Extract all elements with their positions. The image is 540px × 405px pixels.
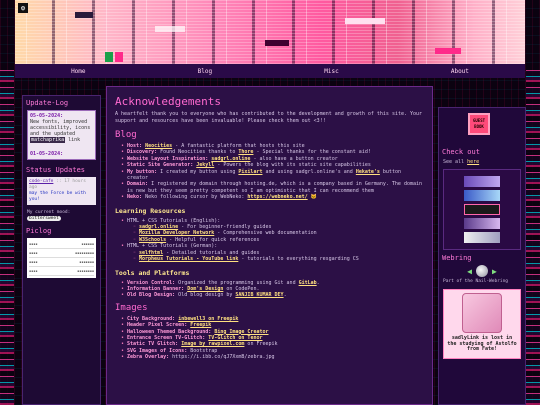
site-button[interactable] <box>464 232 500 243</box>
mood-badge: bittersweet <box>27 216 61 221</box>
nav-misc[interactable]: Misc <box>324 68 338 75</box>
link[interactable]: sadgrl.online <box>211 156 250 162</box>
update-text-tail: link <box>68 137 81 143</box>
images-list: City Background: inbewell3 on Freepik He… <box>115 316 424 361</box>
link[interactable]: Hekate's <box>356 169 380 175</box>
update-log-box[interactable]: 05-05-2024: New fonts, improved accessib… <box>27 110 96 160</box>
site-button[interactable] <box>464 176 500 187</box>
site-button[interactable] <box>464 190 500 201</box>
guestbook-button[interactable]: GUEST BOOK <box>468 113 490 135</box>
glitch-block <box>265 40 289 46</box>
list-item: HTML + CSS Tutorials (English): sadgrl.o… <box>121 218 424 244</box>
list-item: My button: I created my button using Pix… <box>121 169 424 182</box>
update-highlight[interactable]: matchaprika <box>30 137 66 143</box>
images-heading: Images <box>115 302 148 313</box>
link[interactable]: Dom's Design <box>187 286 223 292</box>
page-title: Acknowledgements <box>115 95 221 108</box>
link[interactable]: Pixilart <box>238 169 262 175</box>
webring-text: Part of the Nail-Webring <box>443 279 509 284</box>
nav-blog[interactable]: Blog <box>198 68 212 75</box>
nav-home[interactable]: Home <box>71 68 85 75</box>
site-logo-icon[interactable]: ❂ <box>18 3 28 13</box>
piclog-row: ▪▪▪▪ ▪▪▪▪▪▪▪▪▪ <box>29 249 94 258</box>
list-item: Old Blog Design: Old blog design by SANJ… <box>121 292 424 299</box>
link[interactable]: sadgrl.online <box>139 224 178 230</box>
see-all-link[interactable]: here <box>467 159 479 165</box>
learning-list: HTML + CSS Tutorials (English): sadgrl.o… <box>115 218 424 263</box>
piclog-row: ▪▪▪▪ ▪▪▪▪▪▪▪ <box>29 258 94 267</box>
tools-heading: Tools and Platforms <box>115 268 190 277</box>
see-all: See all here <box>443 159 480 165</box>
piclog-widget[interactable]: ▪▪▪▪ ▪▪▪▪▪▪ ▪▪▪▪ ▪▪▪▪▪▪▪▪▪ ▪▪▪▪ ▪▪▪▪▪▪▪ ▪▪▪… <box>27 238 96 278</box>
right-glitch-edge <box>526 70 540 405</box>
left-sidebar: Update-Log 05-05-2024: New fonts, improv… <box>22 95 101 405</box>
glitch-block <box>345 18 385 24</box>
piclog-row: ▪▪▪▪ ▪▪▪▪▪▪▪▪ <box>29 267 94 276</box>
link[interactable]: Bing Image Creator <box>214 329 268 335</box>
status-text: may the Force be with you! <box>29 191 86 202</box>
glitch-block <box>115 52 123 62</box>
next-arrow-icon[interactable]: ▶ <box>492 267 497 276</box>
status-user[interactable]: code-cafe <box>29 179 53 184</box>
glitch-block <box>105 52 113 62</box>
link[interactable]: W3Schools <box>139 237 166 243</box>
status-title: Status Updates <box>26 166 86 174</box>
main-nav: Home Blog Misc About <box>15 64 525 78</box>
blog-list: Host: Neocities - A fantastic platform t… <box>115 143 424 201</box>
learning-heading: Learning Resources <box>115 206 186 215</box>
update-date: 01-05-2024: <box>30 151 64 157</box>
link[interactable]: Freepik <box>190 322 211 328</box>
link[interactable]: Neocities <box>145 143 172 149</box>
mood-label: My current mood: <box>27 210 71 215</box>
link[interactable]: Mozilla Developer Network <box>139 230 214 236</box>
link[interactable]: https://webneko.net/ <box>247 194 307 200</box>
link[interactable]: Jekyll <box>196 162 214 168</box>
webring-orb-icon[interactable] <box>476 265 488 277</box>
list-item: Neko: Neko following cursor by WebNeko: … <box>121 194 424 201</box>
list-item: Morpheus Tutorials - YouTube link - tuto… <box>133 256 424 263</box>
link[interactable]: Thore <box>238 149 253 155</box>
link[interactable]: GitLab <box>299 280 317 286</box>
left-glitch-edge <box>0 70 14 405</box>
update-log-title: Update-Log <box>26 99 69 107</box>
list-item: Zebra Overlay: https://i.ibb.co/qJ7XxmB/… <box>121 354 424 361</box>
glitch-block <box>75 12 93 18</box>
intro-text: A heartfelt thank you to everyone who ha… <box>115 111 423 124</box>
site-button[interactable] <box>464 204 500 215</box>
status-box: code-cafe :: 17 hours ago may the Force … <box>27 177 96 205</box>
link[interactable]: inbewell3 on Freepik <box>178 316 238 322</box>
webring-nav: ◀ ▶ <box>443 265 521 277</box>
main-content: Acknowledgements A heartfelt thank you t… <box>106 86 433 405</box>
sadly-widget[interactable]: sadlyLink is lost in the studying of Ast… <box>443 289 521 359</box>
piclog-row: ▪▪▪▪ ▪▪▪▪▪▪ <box>29 240 94 249</box>
right-sidebar: Check out See all here Webring ◀ ▶ Part … <box>438 107 526 405</box>
update-text: New fonts, improved accessibility, icons… <box>30 119 91 137</box>
site-button[interactable] <box>464 218 500 229</box>
nav-about[interactable]: About <box>451 68 469 75</box>
piclog-title: Piclog <box>26 227 52 235</box>
check-out-title: Check out <box>442 148 480 156</box>
header-banner: ❂ <box>15 0 525 64</box>
link[interactable]: selfhtml <box>139 250 163 256</box>
link[interactable]: Morpheus Tutorials - YouTube link <box>139 256 238 262</box>
tools-list: Version Control: Organized the programmi… <box>115 280 424 300</box>
mood: My current mood: bittersweet <box>27 210 96 221</box>
webring-title: Webring <box>442 254 472 262</box>
glitch-block <box>435 48 461 54</box>
glitch-block <box>155 26 185 32</box>
list-item: HTML + CSS Tutorials (German): selfhtml … <box>121 243 424 263</box>
link[interactable]: Image by rawpixel.com <box>181 341 244 347</box>
sadly-text: sadlyLink is lost in the studying of Ast… <box>447 335 517 352</box>
list-item: Domain: I registered my domain through h… <box>121 181 424 194</box>
link[interactable]: TV-Glitch on Tenor <box>208 335 262 341</box>
blog-heading: Blog <box>115 130 137 140</box>
astolfo-image <box>462 293 502 333</box>
site-buttons <box>443 169 521 250</box>
link[interactable]: SANJIB KUMAR DEY <box>235 292 283 298</box>
prev-arrow-icon[interactable]: ◀ <box>467 267 472 276</box>
cat-icon: 🐱 <box>310 194 317 201</box>
